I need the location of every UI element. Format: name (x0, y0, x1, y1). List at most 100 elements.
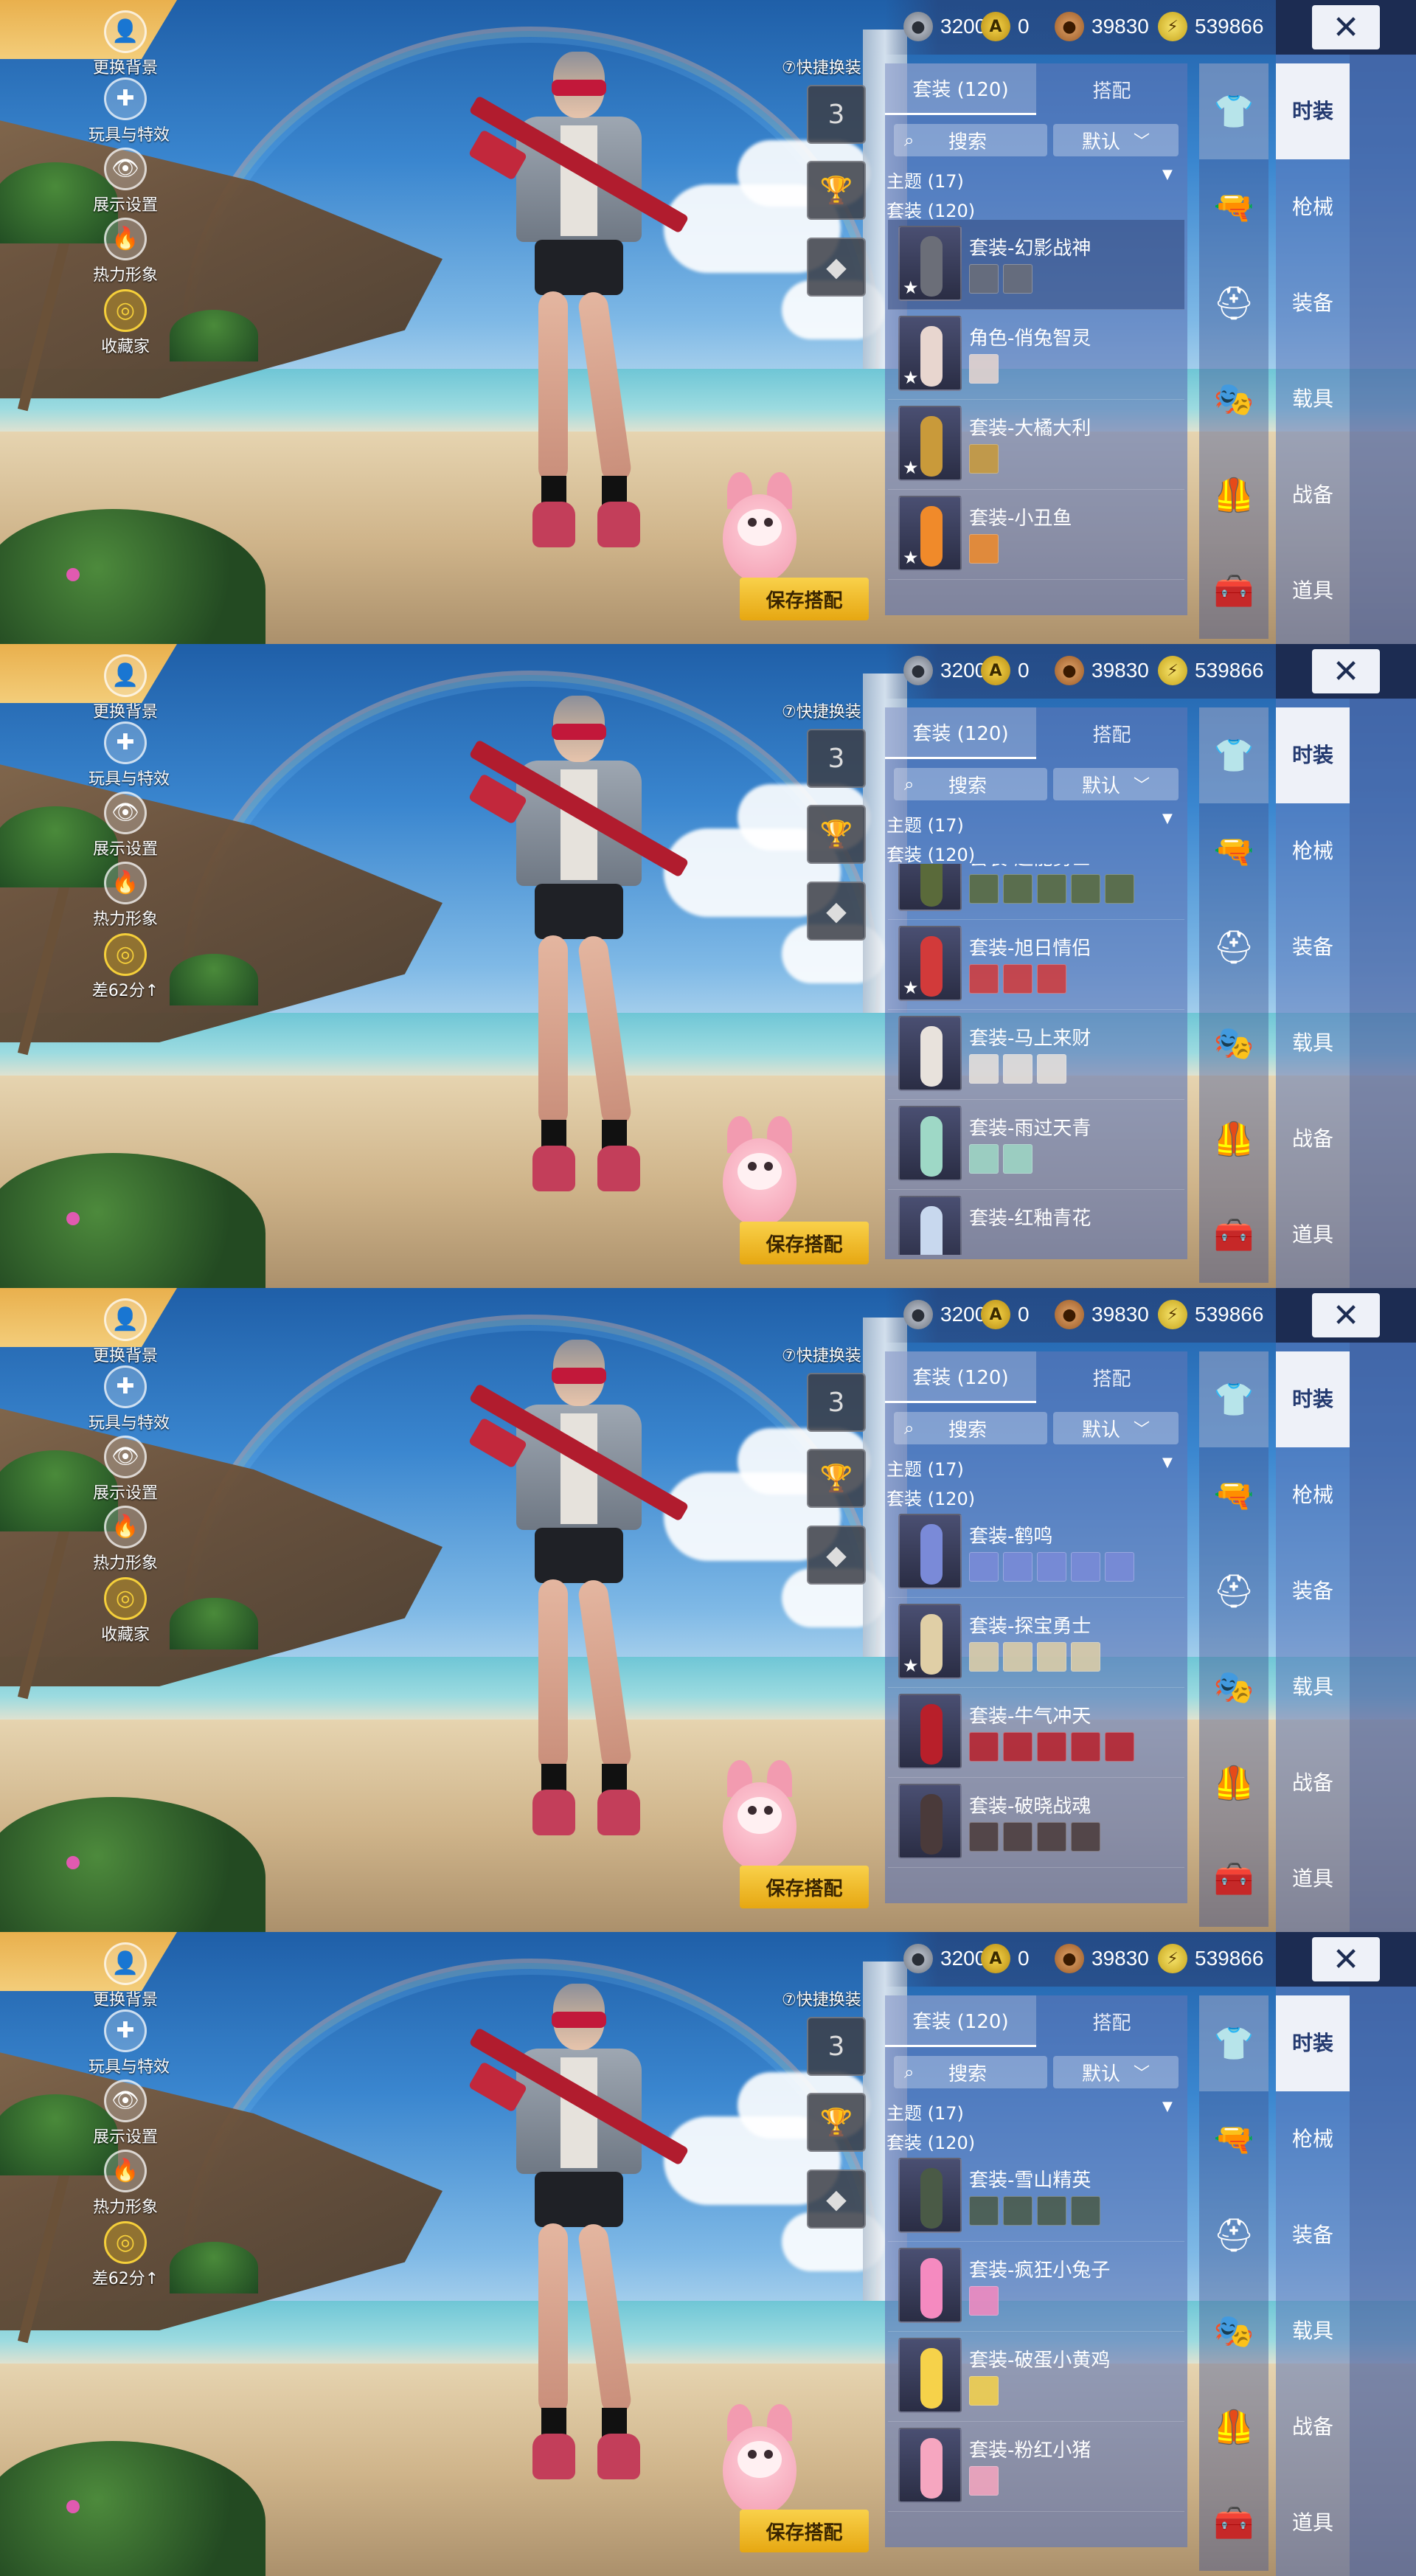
theme-filter[interactable]: 主题 (17) ▼ (886, 811, 1173, 837)
currency-display[interactable]: A0 (981, 10, 1030, 43)
currency-display[interactable]: ⚡ 539866 (1158, 1298, 1263, 1331)
tab-outfits[interactable]: 搭配 (1036, 1351, 1187, 1403)
search-input[interactable]: ⌕ 搜索 (894, 124, 1047, 156)
suit-list-item[interactable]: 套装-雪山精英 (888, 2152, 1184, 2242)
tools-icon[interactable]: 🧰 (1199, 543, 1268, 639)
preset-slot-3[interactable]: 3 (807, 2017, 866, 2076)
left-menu-item[interactable]: 🔥 热力形象 (88, 2150, 162, 2217)
suit-list-item[interactable]: 套装-破晓战魂 (888, 1778, 1184, 1868)
category-tab[interactable]: 载具 (1276, 2283, 1350, 2379)
category-tab[interactable]: 战备 (1276, 2379, 1350, 2475)
suit-part-thumb[interactable] (969, 354, 999, 384)
theme-filter[interactable]: 主题 (17) ▼ (886, 167, 1173, 193)
tab-outfits[interactable]: 搭配 (1036, 1995, 1187, 2047)
collector-button[interactable]: ◎ 收藏家 (88, 1577, 162, 1645)
preset-slot-3[interactable]: 3 (807, 1373, 866, 1432)
suit-part-thumb[interactable] (1037, 1642, 1066, 1672)
search-input[interactable]: ⌕ 搜索 (894, 768, 1047, 800)
suit-part-thumb[interactable] (969, 964, 999, 994)
quick-change-button[interactable]: ⑦快捷换装 (782, 55, 870, 77)
category-tab[interactable]: 枪械 (1276, 803, 1350, 899)
currency-display[interactable]: ● 3200 (903, 654, 986, 687)
clothing-icon[interactable]: 👕 (1199, 1351, 1268, 1447)
tab-outfits[interactable]: 搭配 (1036, 63, 1187, 115)
diamond-slot-icon[interactable]: ◆ (807, 238, 866, 297)
helmet-icon[interactable]: ⛑ (1199, 899, 1268, 995)
left-menu-item[interactable]: ✚ 玩具与特效 (88, 1365, 170, 1433)
suit-part-thumb[interactable] (1071, 1642, 1100, 1672)
currency-display[interactable]: ⚡ 539866 (1158, 1942, 1263, 1975)
suit-list[interactable]: 套装-雪山精英 套装-疯狂小兔子 套装-破蛋小黄鸡 套装-粉红小猪 (888, 2152, 1184, 2543)
suit-part-thumb[interactable] (1037, 964, 1066, 994)
trophy-slot-icon[interactable]: 🏆 (807, 2093, 866, 2152)
suit-list-item[interactable]: ★ 套装-幻影战神 (888, 220, 1184, 310)
left-menu-item[interactable]: ✚ 玩具与特效 (88, 721, 170, 789)
suit-part-thumb[interactable] (1003, 1144, 1032, 1174)
suit-part-thumb[interactable] (1037, 874, 1066, 904)
save-outfit-button[interactable]: 保存搭配 (740, 1222, 869, 1264)
left-menu-item[interactable]: 👤 更换背景 (88, 1298, 162, 1366)
currency-display[interactable]: A0 (981, 1942, 1030, 1975)
suit-list-item[interactable]: 套装-牛气冲天 (888, 1688, 1184, 1778)
suit-part-thumb[interactable] (969, 1822, 999, 1852)
left-menu-item[interactable]: 👤 更换背景 (88, 654, 162, 722)
left-menu-item[interactable]: 👁 展示设置 (88, 2080, 162, 2147)
category-tab[interactable]: 时装 (1276, 1995, 1350, 2091)
suit-part-thumb[interactable] (969, 1144, 999, 1174)
theme-filter[interactable]: 主题 (17) ▼ (886, 2099, 1173, 2125)
suit-part-thumb[interactable] (1105, 874, 1134, 904)
suit-list[interactable]: 套装-鹤鸣 ★ 套装-探宝勇士 套装-牛气冲天 套装-破晓战魂 (888, 1508, 1184, 1899)
sort-select[interactable]: 默认 ﹀ (1053, 2056, 1179, 2088)
category-tab[interactable]: 战备 (1276, 1735, 1350, 1831)
suit-list-item[interactable]: 套装-超能勇士 (888, 864, 1184, 920)
category-tab[interactable]: 装备 (1276, 899, 1350, 995)
sort-select[interactable]: 默认 ﹀ (1053, 124, 1179, 156)
helmet-icon[interactable]: ⛑ (1199, 255, 1268, 351)
category-tab[interactable]: 载具 (1276, 1639, 1350, 1735)
suit-part-thumb[interactable] (1003, 264, 1032, 294)
suit-part-thumb[interactable] (1105, 1732, 1134, 1762)
currency-display[interactable]: ⚡ 539866 (1158, 654, 1263, 687)
currency-display[interactable]: ● 3200 (903, 10, 986, 43)
suit-part-thumb[interactable] (1037, 1054, 1066, 1084)
category-tab[interactable]: 装备 (1276, 1543, 1350, 1639)
currency-display[interactable]: ● 39830 (1055, 1298, 1149, 1331)
currency-display[interactable]: ● 3200 (903, 1298, 986, 1331)
gun-icon[interactable]: 🔫 (1199, 159, 1268, 255)
suit-part-thumb[interactable] (1003, 1552, 1032, 1582)
suit-part-thumb[interactable] (1003, 1822, 1032, 1852)
suit-part-thumb[interactable] (1037, 1822, 1066, 1852)
left-menu-item[interactable]: 👁 展示设置 (88, 792, 162, 859)
suit-list-item[interactable]: ★ 套装-旭日情侣 (888, 920, 1184, 1010)
tab-outfits[interactable]: 搭配 (1036, 707, 1187, 759)
category-tab[interactable]: 时装 (1276, 63, 1350, 159)
suit-part-thumb[interactable] (1105, 1552, 1134, 1582)
suit-part-thumb[interactable] (1071, 1822, 1100, 1852)
quick-change-button[interactable]: ⑦快捷换装 (782, 699, 870, 721)
category-tab[interactable]: 道具 (1276, 2475, 1350, 2571)
diamond-slot-icon[interactable]: ◆ (807, 882, 866, 941)
suit-list[interactable]: ★ 套装-幻影战神 ★ 角色-俏兔智灵 ★ 套装-大橘大利 ★ 套装-小丑鱼 (888, 220, 1184, 611)
tab-suits[interactable]: 套装 (120) (885, 63, 1036, 115)
currency-display[interactable]: ● 3200 (903, 1942, 986, 1975)
suit-list-item[interactable]: 套装-破蛋小黄鸡 (888, 2332, 1184, 2422)
category-tab[interactable]: 道具 (1276, 543, 1350, 639)
category-tab[interactable]: 载具 (1276, 995, 1350, 1091)
trophy-slot-icon[interactable]: 🏆 (807, 1449, 866, 1508)
category-tab[interactable]: 载具 (1276, 351, 1350, 447)
suit-part-thumb[interactable] (1071, 874, 1100, 904)
player-character[interactable] (465, 1340, 701, 1871)
suit-part-thumb[interactable] (1003, 964, 1032, 994)
search-input[interactable]: ⌕ 搜索 (894, 2056, 1047, 2088)
tools-icon[interactable]: 🧰 (1199, 1187, 1268, 1283)
left-menu-item[interactable]: 👤 更换背景 (88, 10, 162, 78)
quick-change-button[interactable]: ⑦快捷换装 (782, 1987, 870, 2009)
diamond-slot-icon[interactable]: ◆ (807, 2170, 866, 2229)
quick-change-button[interactable]: ⑦快捷换装 (782, 1343, 870, 1365)
clothing-icon[interactable]: 👕 (1199, 1995, 1268, 2091)
helmet-icon[interactable]: ⛑ (1199, 2187, 1268, 2283)
suit-part-thumb[interactable] (1003, 874, 1032, 904)
category-tab[interactable]: 战备 (1276, 1091, 1350, 1187)
gun-icon[interactable]: 🔫 (1199, 803, 1268, 899)
category-tab[interactable]: 装备 (1276, 2187, 1350, 2283)
